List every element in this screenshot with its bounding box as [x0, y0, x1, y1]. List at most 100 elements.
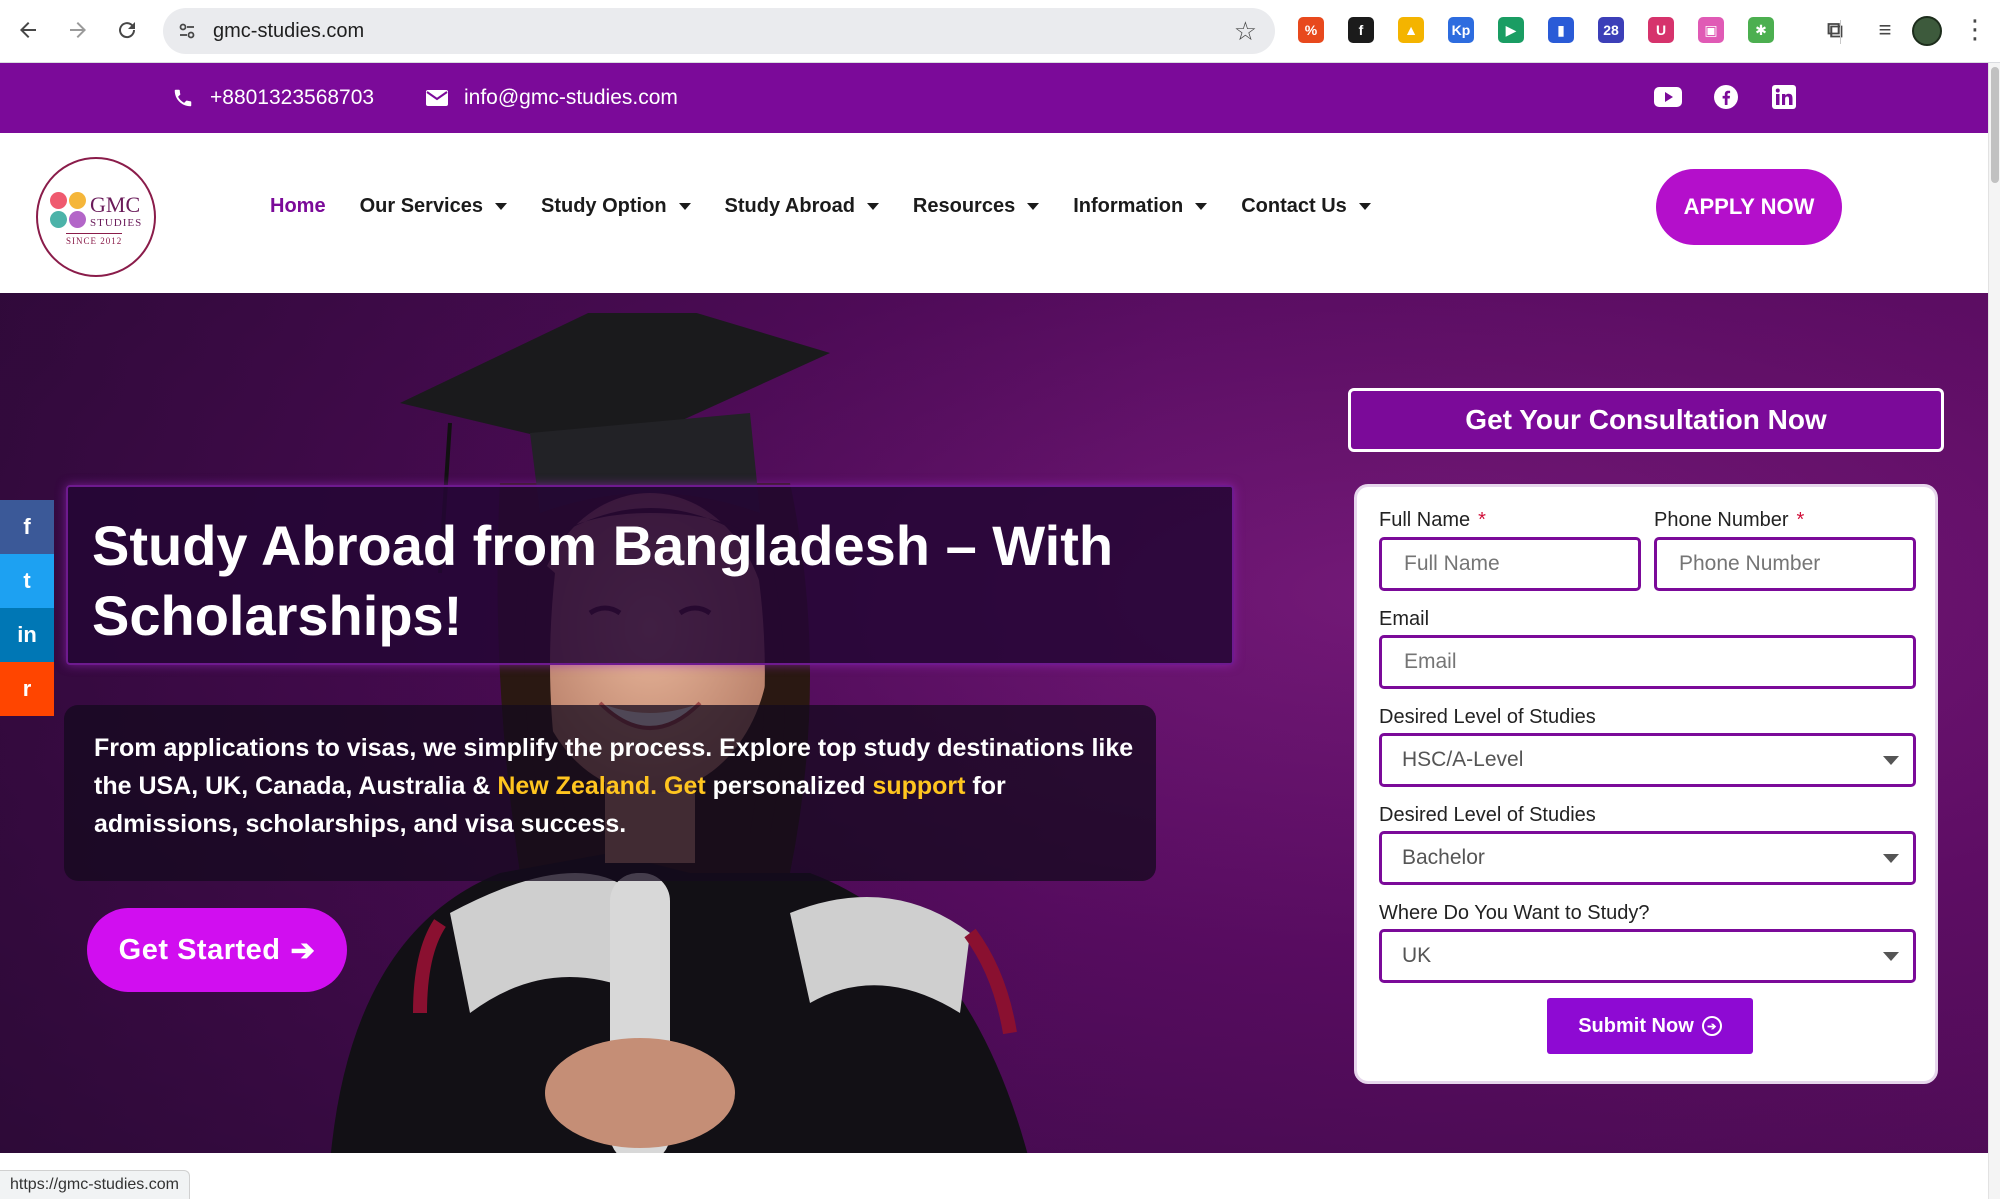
image-extension-icon[interactable]: ▣ — [1698, 17, 1724, 43]
contact-topbar: +8801323568703 info@gmc-studies.com — [0, 63, 1988, 133]
drive-extension-icon[interactable]: ▲ — [1398, 17, 1424, 43]
destination-select[interactable]: UK — [1379, 929, 1916, 983]
highlight-text: New Zealand. Get — [497, 772, 706, 800]
caret-down-icon — [1358, 203, 1371, 210]
caret-down-icon — [678, 203, 691, 210]
share-linkedin-button[interactable]: in — [0, 608, 54, 662]
full-name-input[interactable] — [1379, 537, 1641, 591]
page-scrollbar[interactable] — [1988, 63, 2000, 1199]
linkedin-icon[interactable] — [1768, 81, 1800, 113]
kp-extension-icon[interactable]: Kp — [1448, 17, 1474, 43]
nav-study-abroad[interactable]: Study Abroad — [725, 195, 879, 218]
nav-information[interactable]: Information — [1073, 195, 1208, 218]
nav-label: Contact Us — [1241, 195, 1347, 217]
logo-dot — [69, 211, 86, 228]
share-reddit-button[interactable]: r — [0, 662, 54, 716]
share-twitter-button[interactable]: t — [0, 554, 54, 608]
description-text: personalized — [705, 772, 873, 800]
phone-number-input[interactable] — [1654, 537, 1916, 591]
envelope-icon — [424, 85, 450, 111]
headline-panel: Study Abroad from Bangladesh – With Scho… — [66, 485, 1234, 665]
back-arrow-icon[interactable] — [12, 14, 44, 46]
forward-arrow-icon[interactable] — [62, 14, 94, 46]
select-value: UK — [1402, 944, 1432, 967]
label-text: Phone Number — [1654, 509, 1789, 531]
site-header: GMC STUDIES SINCE 2012 Home Our Services… — [0, 133, 1988, 293]
facebook-icon[interactable] — [1710, 81, 1742, 113]
phone-number-label: Phone Number * — [1654, 509, 1804, 532]
desired-level-label: Desired Level of Studies — [1379, 804, 1596, 826]
phone-number[interactable]: +8801323568703 — [210, 86, 374, 110]
bookmark-star-icon[interactable]: ☆ — [1234, 16, 1257, 47]
bug-extension-icon[interactable]: ✱ — [1748, 17, 1774, 43]
caret-down-icon — [1195, 203, 1208, 210]
desired-level-select[interactable]: Bachelor — [1379, 831, 1916, 885]
youtube-icon[interactable] — [1652, 81, 1684, 113]
consultation-title: Get Your Consultation Now — [1348, 388, 1944, 452]
nav-study-option[interactable]: Study Option — [541, 195, 691, 218]
gmc-logo[interactable]: GMC STUDIES SINCE 2012 — [36, 157, 156, 277]
phone-icon — [170, 85, 196, 111]
video-extension-icon[interactable]: ▶ — [1498, 17, 1524, 43]
main-navigation: Home Our Services Study Option Study Abr… — [270, 195, 1405, 218]
chrome-menu-icon[interactable]: ⋮ — [1962, 14, 1988, 45]
percent-extension-icon[interactable]: % — [1298, 17, 1324, 43]
logo-since: SINCE 2012 — [66, 233, 123, 246]
caret-down-icon — [1027, 203, 1040, 210]
link-status-bubble: https://gmc-studies.com — [0, 1170, 190, 1199]
shield-extension-icon[interactable]: U — [1648, 17, 1674, 43]
dropdown-caret-icon — [1883, 854, 1899, 863]
apply-now-button[interactable]: APPLY NOW — [1656, 169, 1842, 245]
caret-down-icon — [866, 203, 879, 210]
circle-arrow-icon: ➔ — [1701, 1016, 1722, 1036]
email-input[interactable] — [1379, 635, 1916, 689]
submit-label: Submit Now — [1578, 1014, 1694, 1037]
share-facebook-button[interactable]: f — [0, 500, 54, 554]
logo-dot — [50, 192, 67, 209]
logo-dot — [69, 192, 86, 209]
nav-label: Home — [270, 195, 326, 217]
subheadline-panel: From applications to visas, we simplify … — [64, 705, 1156, 881]
nav-label: Our Services — [359, 195, 483, 217]
email-address[interactable]: info@gmc-studies.com — [464, 86, 678, 110]
nav-home[interactable]: Home — [270, 195, 326, 218]
hero-description: From applications to visas, we simplify … — [94, 729, 1144, 843]
site-info-icon[interactable] — [175, 19, 199, 43]
analytics-extension-icon[interactable]: ▮ — [1548, 17, 1574, 43]
email-contact[interactable]: info@gmc-studies.com — [424, 85, 678, 111]
media-extension-icon[interactable]: ≡ — [1872, 17, 1898, 43]
address-bar[interactable]: gmc-studies.com ☆ — [163, 8, 1275, 54]
logo-text: GMC — [90, 192, 141, 217]
nav-resources[interactable]: Resources — [912, 195, 1040, 218]
browser-toolbar: gmc-studies.com ☆ % f ▲ Kp ▶ ▮ 28 U ▣ ✱ ⧉ ≡ ⋮ — [0, 0, 2000, 63]
nav-label: Resources — [912, 195, 1016, 217]
required-mark: * — [1796, 509, 1805, 531]
hero-section: Study Abroad from Bangladesh – With Scho… — [0, 293, 1988, 1153]
nav-our-services[interactable]: Our Services — [360, 195, 507, 218]
submit-now-button[interactable]: Submit Now ➔ — [1547, 998, 1753, 1054]
formula-extension-icon[interactable]: f — [1348, 17, 1374, 43]
select-value: Bachelor — [1402, 846, 1485, 869]
email-label: Email — [1379, 608, 1430, 630]
get-started-button[interactable]: Get Started ➔ — [87, 908, 347, 992]
caret-down-icon — [495, 203, 507, 210]
phone-contact[interactable]: +8801323568703 — [170, 85, 374, 111]
nav-contact-us[interactable]: Contact Us — [1241, 195, 1371, 218]
reload-icon[interactable] — [111, 14, 143, 46]
nav-label: Study Option — [541, 195, 667, 217]
arrow-right-icon: ➔ — [290, 934, 316, 967]
profile-avatar[interactable] — [1912, 16, 1942, 46]
dropdown-caret-icon — [1883, 952, 1899, 961]
url-text[interactable]: gmc-studies.com — [213, 20, 364, 43]
get-started-label: Get Started — [118, 933, 281, 966]
puzzle-extension-icon[interactable]: ⧉ — [1822, 17, 1848, 43]
scrollbar-thumb[interactable] — [1991, 67, 1999, 183]
consultation-form: Full Name * Phone Number * Email Desired L… — [1354, 484, 1938, 1084]
logo-dot — [50, 211, 67, 228]
required-mark: * — [1478, 509, 1486, 531]
hero-headline: Study Abroad from Bangladesh – With Scho… — [92, 514, 1114, 647]
toolbar-divider — [1840, 20, 1841, 44]
destination-label: Where Do You Want to Study? — [1379, 902, 1650, 924]
current-level-select[interactable]: HSC/A-Level — [1379, 733, 1916, 787]
cap-extension-icon[interactable]: 28 — [1598, 17, 1624, 43]
